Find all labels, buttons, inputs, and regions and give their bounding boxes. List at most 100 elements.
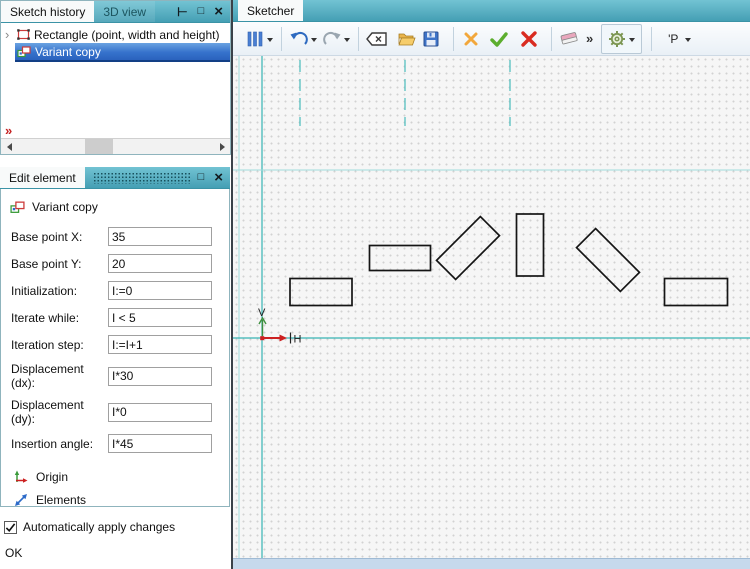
sketch-rectangle[interactable] xyxy=(663,277,729,307)
backspace-button[interactable] xyxy=(366,26,387,52)
sketch-rectangles xyxy=(289,213,729,307)
toolbar-separator xyxy=(551,26,552,51)
sketch-canvas-svg[interactable]: V H xyxy=(233,56,750,558)
delete-button[interactable] xyxy=(519,26,539,52)
tab-sketch-history[interactable]: Sketch history xyxy=(1,1,95,22)
grid-guides xyxy=(233,56,750,558)
save-floppy-icon xyxy=(423,31,439,46)
field-label: Displacement (dy): xyxy=(11,398,84,426)
rectangle-sketch-icon xyxy=(17,29,30,40)
sketcher-toolbar: » 'P xyxy=(233,22,750,56)
origin-marker[interactable] xyxy=(260,336,265,341)
apply-changes-row: Automatically apply changes xyxy=(4,520,175,534)
h-axis-label: H xyxy=(294,334,302,346)
ok-button[interactable]: OK xyxy=(5,546,22,560)
settings-dropdown-icon[interactable] xyxy=(629,37,636,42)
sketch-history-tree: › Rectangle (point, width and height) Va… xyxy=(1,23,230,138)
cancel-button[interactable] xyxy=(461,26,481,52)
drag-grip[interactable] xyxy=(92,172,190,184)
h-axis-arrowhead-icon xyxy=(279,334,287,342)
origin-link-label: Origin xyxy=(36,469,69,484)
pattern-tool-button[interactable] xyxy=(245,26,265,52)
edit-element-panel: Edit element □ × Variant copy Base point… xyxy=(0,167,230,507)
elements-arrows-icon xyxy=(15,493,27,506)
close-icon[interactable]: × xyxy=(214,170,223,185)
undo-dropdown-icon[interactable] xyxy=(311,37,317,42)
toolbar-overflow-button[interactable]: » xyxy=(586,31,593,46)
field-label: Iteration step: xyxy=(11,337,84,352)
settings-button[interactable] xyxy=(607,26,627,52)
elements-link[interactable]: Elements xyxy=(13,488,229,506)
insertion-angle-input[interactable] xyxy=(108,434,212,453)
scrollbar-track[interactable] xyxy=(17,139,214,154)
eraser-icon xyxy=(560,32,578,45)
sketch-history-panel: Sketch history 3D view ⊢ □ × › Rectangle… xyxy=(0,0,231,155)
maximize-icon[interactable]: □ xyxy=(198,172,205,183)
sketch-canvas[interactable]: V H xyxy=(233,56,750,558)
confirm-button[interactable] xyxy=(489,26,509,52)
iteration-step-input[interactable] xyxy=(108,335,212,354)
close-icon[interactable]: × xyxy=(214,4,223,19)
undo-button[interactable] xyxy=(289,26,309,52)
history-horizontal-scrollbar[interactable] xyxy=(1,138,230,154)
scroll-right-button[interactable] xyxy=(214,139,230,154)
maximize-icon[interactable]: □ xyxy=(198,6,205,17)
scrollbar-thumb[interactable] xyxy=(85,139,113,154)
undo-icon xyxy=(290,31,308,45)
edit-titlebar: Edit element □ × xyxy=(0,167,230,189)
field-label: Displacement (dx): xyxy=(11,362,84,390)
element-name: Variant copy xyxy=(32,200,98,214)
tab-sketcher[interactable]: Sketcher xyxy=(238,0,304,21)
variant-copy-icon xyxy=(10,201,25,213)
initialization-input[interactable] xyxy=(108,281,212,300)
green-check-icon xyxy=(490,31,508,47)
eraser-button[interactable] xyxy=(559,26,580,52)
toolbar-separator xyxy=(651,26,653,51)
tree-row-rectangle[interactable]: › Rectangle (point, width and height) xyxy=(1,26,230,43)
pin-icon[interactable]: ⊢ xyxy=(177,6,187,18)
toolbar-separator xyxy=(281,26,282,51)
toolbar-separator xyxy=(358,26,359,51)
redo-dropdown-icon[interactable] xyxy=(344,37,350,42)
field-label: Initialization: xyxy=(11,283,78,298)
open-button[interactable] xyxy=(397,26,417,52)
sketch-rectangle[interactable] xyxy=(289,277,353,307)
canvas-horizontal-scrollbar[interactable] xyxy=(233,558,750,569)
base-point-y-input[interactable] xyxy=(108,254,212,273)
sketch-rectangle[interactable] xyxy=(575,227,641,293)
sketch-rectangle[interactable] xyxy=(435,215,501,281)
left-column: Sketch history 3D view ⊢ □ × › Rectangle… xyxy=(0,0,231,569)
base-point-x-input[interactable] xyxy=(108,227,212,246)
field-label: Insertion angle: xyxy=(11,436,94,451)
redo-button[interactable] xyxy=(322,26,342,52)
pattern-tool-dropdown-icon[interactable] xyxy=(267,37,273,42)
history-titlebar: Sketch history 3D view ⊢ □ × xyxy=(1,1,230,23)
variant-copy-icon xyxy=(17,45,31,57)
point-tool-button[interactable]: 'P xyxy=(663,26,683,52)
sketch-rectangle[interactable] xyxy=(515,213,545,277)
red-x-icon xyxy=(521,30,537,47)
displacement-dy-input[interactable] xyxy=(108,402,212,422)
tree-row-variant-copy[interactable]: Variant copy xyxy=(15,43,230,62)
edit-element-body: Variant copy Base point X: Base point Y:… xyxy=(0,189,230,507)
pattern-columns-icon xyxy=(247,31,263,46)
scroll-left-button[interactable] xyxy=(1,139,17,154)
backspace-icon xyxy=(366,31,387,46)
tree-overflow-indicator[interactable]: » xyxy=(5,124,12,137)
tab-3d-view[interactable]: 3D view xyxy=(94,1,156,22)
displacement-dx-input[interactable] xyxy=(108,366,212,386)
apply-changes-checkbox[interactable] xyxy=(4,520,17,534)
coordinate-axes: V H xyxy=(258,307,302,346)
field-label: Base point Y: xyxy=(11,256,82,271)
point-tool-dropdown-icon[interactable] xyxy=(685,37,692,42)
sketcher-tabstrip: Sketcher xyxy=(233,0,750,22)
sketch-rectangle[interactable] xyxy=(368,244,432,272)
redo-icon xyxy=(323,31,341,45)
expander-icon[interactable]: › xyxy=(5,28,13,41)
v-axis-label: V xyxy=(258,307,266,319)
orange-x-icon xyxy=(464,32,478,45)
apply-changes-label: Automatically apply changes xyxy=(23,520,176,534)
save-button[interactable] xyxy=(421,26,441,52)
origin-link[interactable]: Origin xyxy=(13,465,229,488)
iterate-while-input[interactable] xyxy=(108,308,212,327)
